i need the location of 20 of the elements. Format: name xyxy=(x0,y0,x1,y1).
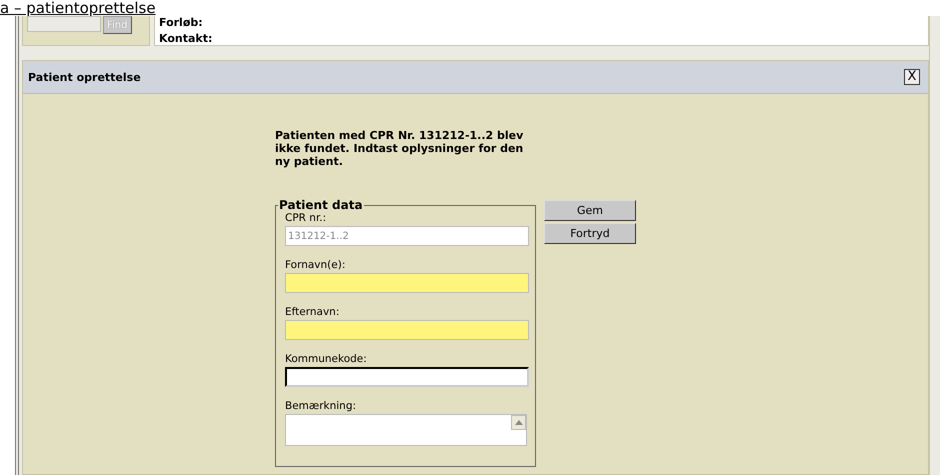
field-label: Fornavn(e): xyxy=(285,259,346,271)
scroll-up-icon[interactable] xyxy=(511,415,526,430)
input-field[interactable] xyxy=(285,367,529,387)
form-button[interactable]: Gem xyxy=(544,200,636,221)
info-label: Forløb: xyxy=(159,16,204,29)
info-label: Kontakt: xyxy=(159,32,214,45)
form-button[interactable]: Fortryd xyxy=(544,223,636,244)
field-label: Bemærkning: xyxy=(285,400,358,412)
search-field[interactable] xyxy=(27,16,101,32)
page-heading: a – patientoprettelse xyxy=(0,0,156,16)
message-text: Patienten med CPR Nr. 131212-1..2 blev ikke fundet. Indtast oplysninger for den ny patient. xyxy=(275,129,524,168)
text-area[interactable] xyxy=(285,414,527,446)
group-title: Patient data xyxy=(278,198,364,212)
field-label: CPR nr.: xyxy=(285,212,328,224)
field-label: Kommunekode: xyxy=(285,353,368,365)
field-label: Efternavn: xyxy=(285,306,340,318)
dialog-title: Patient oprettelse xyxy=(28,70,141,84)
input-field[interactable] xyxy=(285,320,529,340)
input-field[interactable] xyxy=(285,273,529,293)
close-button[interactable]: X xyxy=(904,69,920,85)
